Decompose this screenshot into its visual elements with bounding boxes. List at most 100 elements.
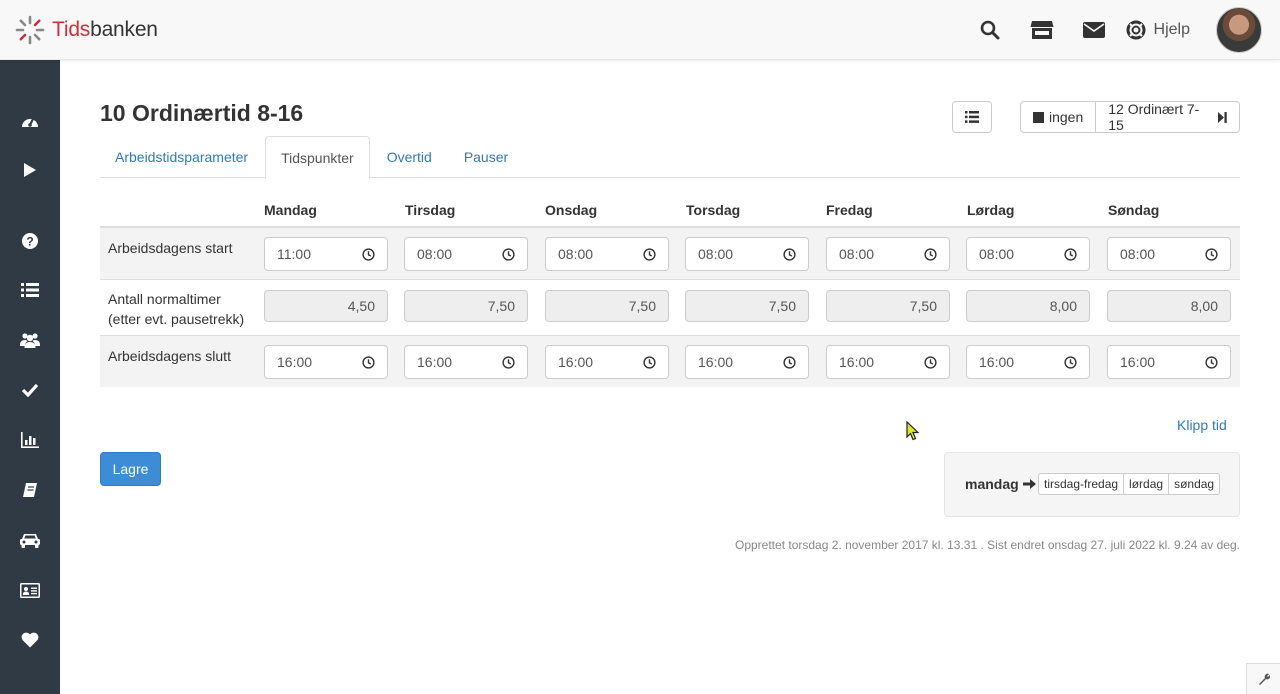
sidebar-item-help[interactable]: ? bbox=[0, 226, 60, 256]
help-link[interactable]: Hjelp bbox=[1126, 20, 1190, 40]
start-time-input[interactable]: 08:00 bbox=[826, 237, 950, 271]
tab-bar: Arbeidstidsparameter Tidspunkter Overtid… bbox=[100, 136, 1240, 179]
sidebar-item-reports[interactable] bbox=[0, 425, 60, 455]
lifebuoy-icon bbox=[1126, 20, 1146, 40]
table-row: Antall normaltimer (etter evt. pausetrekk… bbox=[100, 280, 1240, 336]
book-icon bbox=[23, 483, 37, 497]
page-title: 10 Ordinærtid 8-16 bbox=[100, 100, 304, 126]
copy-to-sondag-button[interactable]: søndag bbox=[1168, 473, 1221, 495]
day-header: Tirsdag bbox=[405, 202, 456, 218]
settings-corner-button[interactable] bbox=[1246, 663, 1280, 694]
end-time-input[interactable]: 16:00 bbox=[826, 345, 950, 379]
svg-text:?: ? bbox=[26, 235, 33, 249]
sidebar-item-dashboard[interactable] bbox=[0, 106, 60, 136]
question-icon: ? bbox=[22, 233, 38, 249]
tab-arbeidstidsparameter[interactable]: Arbeidstidsparameter bbox=[100, 136, 263, 178]
end-time-input[interactable]: 16:00 bbox=[1107, 345, 1231, 379]
sidebar-item-book[interactable] bbox=[0, 475, 60, 505]
start-time-input[interactable]: 08:00 bbox=[404, 237, 528, 271]
clock-icon bbox=[362, 247, 375, 261]
normal-hours-field: 4,50 bbox=[264, 290, 388, 322]
arrow-right-icon bbox=[1022, 479, 1036, 489]
sidebar-item-favorites[interactable] bbox=[0, 625, 60, 655]
clock-icon bbox=[502, 247, 515, 261]
copy-target-group: tirsdag-fredag lørdag søndag bbox=[1038, 473, 1221, 495]
save-button[interactable]: Lagre bbox=[100, 452, 161, 486]
schedule-table: Mandag Tirsdag Onsdag Torsdag Fredag Lør… bbox=[100, 188, 1240, 387]
sidebar-item-play[interactable] bbox=[0, 155, 60, 185]
end-time-input[interactable]: 16:00 bbox=[264, 345, 388, 379]
users-icon bbox=[20, 333, 40, 348]
end-time-input[interactable]: 16:00 bbox=[966, 345, 1090, 379]
sidebar-item-approve[interactable] bbox=[0, 375, 60, 405]
list-view-button[interactable] bbox=[952, 101, 992, 133]
table-row: Arbeidsdagens slutt 16:00 16:00 16:00 16… bbox=[100, 336, 1240, 387]
start-time-input[interactable]: 08:00 bbox=[685, 237, 809, 271]
start-time-input[interactable]: 08:00 bbox=[966, 237, 1090, 271]
next-record-button[interactable]: 12 Ordinært 7-15 bbox=[1096, 101, 1240, 133]
search-button[interactable] bbox=[964, 0, 1016, 60]
car-icon bbox=[20, 533, 40, 548]
record-meta: Opprettet torsdag 2. november 2017 kl. 1… bbox=[735, 538, 1240, 552]
sidebar-item-card[interactable] bbox=[0, 575, 60, 605]
stop-icon bbox=[1033, 111, 1044, 123]
wrench-icon bbox=[1258, 673, 1270, 685]
list-icon bbox=[21, 283, 39, 297]
end-time-input[interactable]: 16:00 bbox=[545, 345, 669, 379]
play-icon bbox=[24, 163, 36, 177]
help-label: Hjelp bbox=[1153, 21, 1190, 38]
clock-icon bbox=[924, 355, 937, 369]
start-time-input[interactable]: 08:00 bbox=[1107, 237, 1231, 271]
tab-tidspunkter[interactable]: Tidspunkter bbox=[265, 136, 370, 179]
envelope-icon bbox=[1082, 22, 1105, 38]
brand-name: Tidsbanken bbox=[52, 18, 158, 41]
end-time-input[interactable]: 16:00 bbox=[685, 345, 809, 379]
day-header: Fredag bbox=[826, 202, 873, 218]
user-avatar[interactable] bbox=[1216, 7, 1262, 53]
normal-hours-field: 8,00 bbox=[966, 290, 1090, 322]
end-time-input[interactable]: 16:00 bbox=[404, 345, 528, 379]
record-navigation: ingen 12 Ordinært 7-15 bbox=[1020, 101, 1240, 133]
day-header: Lørdag bbox=[967, 202, 1015, 218]
brand-logo[interactable]: Tidsbanken bbox=[14, 14, 158, 46]
tab-overtid[interactable]: Overtid bbox=[372, 136, 447, 178]
clock-icon bbox=[643, 355, 656, 369]
top-navbar: Tidsbanken Hjelp bbox=[0, 0, 1280, 60]
search-icon bbox=[980, 20, 1000, 40]
clock-icon bbox=[924, 247, 937, 261]
sidebar-item-travel[interactable] bbox=[0, 525, 60, 555]
normal-hours-field: 7,50 bbox=[685, 290, 809, 322]
copy-source: mandag bbox=[965, 476, 1036, 492]
clock-icon bbox=[1064, 247, 1077, 261]
tidsbanken-logo-icon bbox=[15, 15, 45, 45]
start-time-input[interactable]: 08:00 bbox=[545, 237, 669, 271]
dashboard-icon bbox=[22, 118, 38, 127]
tab-pauser[interactable]: Pauser bbox=[449, 136, 523, 178]
day-header: Torsdag bbox=[686, 202, 741, 218]
normal-hours-field: 8,00 bbox=[1107, 290, 1231, 322]
klipp-tid-link[interactable]: Klipp tid bbox=[1177, 417, 1227, 433]
sidebar-item-list[interactable] bbox=[0, 275, 60, 305]
normal-hours-field: 7,50 bbox=[826, 290, 950, 322]
heart-icon bbox=[21, 632, 39, 648]
sidebar: ? bbox=[0, 60, 60, 694]
row-label: Antall normaltimer (etter evt. pausetrekk… bbox=[108, 291, 245, 327]
normal-hours-field: 7,50 bbox=[404, 290, 528, 322]
normal-hours-field: 7,50 bbox=[545, 290, 669, 322]
copy-to-tirsdag-fredag-button[interactable]: tirsdag-fredag bbox=[1038, 473, 1125, 495]
step-forward-icon bbox=[1218, 111, 1227, 123]
clock-icon bbox=[502, 355, 515, 369]
clock-icon bbox=[643, 247, 656, 261]
messages-button[interactable] bbox=[1068, 0, 1120, 60]
mouse-cursor-icon bbox=[906, 421, 920, 441]
sidebar-item-users[interactable] bbox=[0, 325, 60, 355]
day-header: Onsdag bbox=[545, 202, 598, 218]
prev-record-button[interactable]: ingen bbox=[1020, 101, 1097, 133]
copy-to-lordag-button[interactable]: lørdag bbox=[1123, 473, 1170, 495]
bar-chart-icon bbox=[21, 432, 39, 448]
row-label: Arbeidsdagens start bbox=[108, 240, 233, 256]
clock-icon bbox=[783, 247, 796, 261]
prev-record-label: ingen bbox=[1049, 109, 1084, 125]
store-button[interactable] bbox=[1016, 0, 1068, 60]
start-time-input[interactable]: 11:00 bbox=[264, 237, 388, 271]
